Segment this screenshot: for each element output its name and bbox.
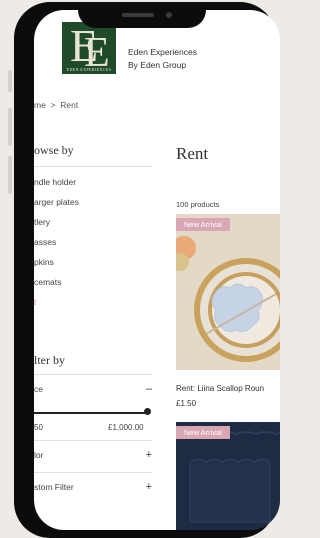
browse-by-heading: owse by [34, 143, 74, 157]
category-link-charger-plates[interactable]: arger plates [34, 197, 79, 207]
phone-mute-switch [8, 70, 12, 92]
expand-icon: + [145, 481, 152, 493]
product-image[interactable]: New Arrival [176, 422, 280, 530]
page-title: Rent [176, 144, 209, 163]
filter-by-heading: lter by [34, 353, 65, 367]
product-price: £1.50 [176, 399, 197, 408]
new-arrival-badge: New Arrival [176, 218, 230, 231]
collapse-icon: – [145, 383, 152, 395]
price-filter-label: ce [34, 384, 43, 394]
breadcrumb-separator: > [50, 100, 56, 110]
logo-tagline: EDEN EXPERIENCES [66, 67, 112, 72]
category-link-candle-holder[interactable]: ndle holder [34, 177, 76, 187]
color-divider [34, 472, 152, 473]
color-filter-label: lor [34, 450, 44, 460]
color-filter-toggle[interactable]: lor + [34, 449, 152, 461]
price-max-value[interactable]: £1,000.00 [108, 423, 144, 432]
price-range-slider[interactable] [34, 412, 146, 414]
price-slider-handle[interactable] [144, 408, 151, 415]
custom-filter-label: stom Filter [34, 482, 74, 492]
product-count: 100 products [176, 200, 220, 209]
price-divider [34, 440, 152, 441]
speaker-grille [122, 13, 154, 17]
filter-divider [34, 374, 152, 375]
price-filter-toggle[interactable]: ce – [34, 383, 152, 395]
product-photo-placemat [176, 214, 280, 370]
breadcrumb-current: Rent [60, 100, 79, 110]
expand-icon: + [145, 449, 152, 461]
phone-volume-down [8, 156, 12, 194]
brand-text: Eden Experiences By Eden Group [128, 46, 197, 72]
custom-filter-toggle[interactable]: stom Filter + [34, 481, 152, 493]
new-arrival-badge: New Arrival [176, 426, 230, 439]
category-link-glasses[interactable]: asses [34, 237, 56, 247]
category-link-placemats[interactable]: cemats [34, 277, 61, 287]
phone-volume-up [8, 108, 12, 146]
brand-name: Eden Experiences [128, 47, 197, 57]
browse-divider [34, 166, 152, 167]
category-link-extra[interactable]: t [34, 298, 36, 307]
front-camera [166, 12, 172, 18]
product-title[interactable]: Rent: Liina Scallop Roun [176, 384, 264, 393]
breadcrumb-home[interactable]: me [34, 100, 46, 110]
breadcrumb: me > Rent [34, 100, 78, 110]
category-link-napkins[interactable]: pkins [34, 257, 54, 267]
product-image[interactable]: New Arrival [176, 214, 280, 370]
phone-frame: E E EDEN EXPERIENCES Eden Experiences By… [14, 2, 280, 538]
phone-screen: E E EDEN EXPERIENCES Eden Experiences By… [34, 10, 280, 530]
price-min-value[interactable]: 50 [34, 423, 43, 432]
brand-sub: By Eden Group [128, 60, 187, 70]
category-link-cutlery[interactable]: tlery [34, 217, 50, 227]
phone-notch [78, 2, 206, 28]
brand-logo[interactable]: E E EDEN EXPERIENCES [62, 22, 116, 76]
